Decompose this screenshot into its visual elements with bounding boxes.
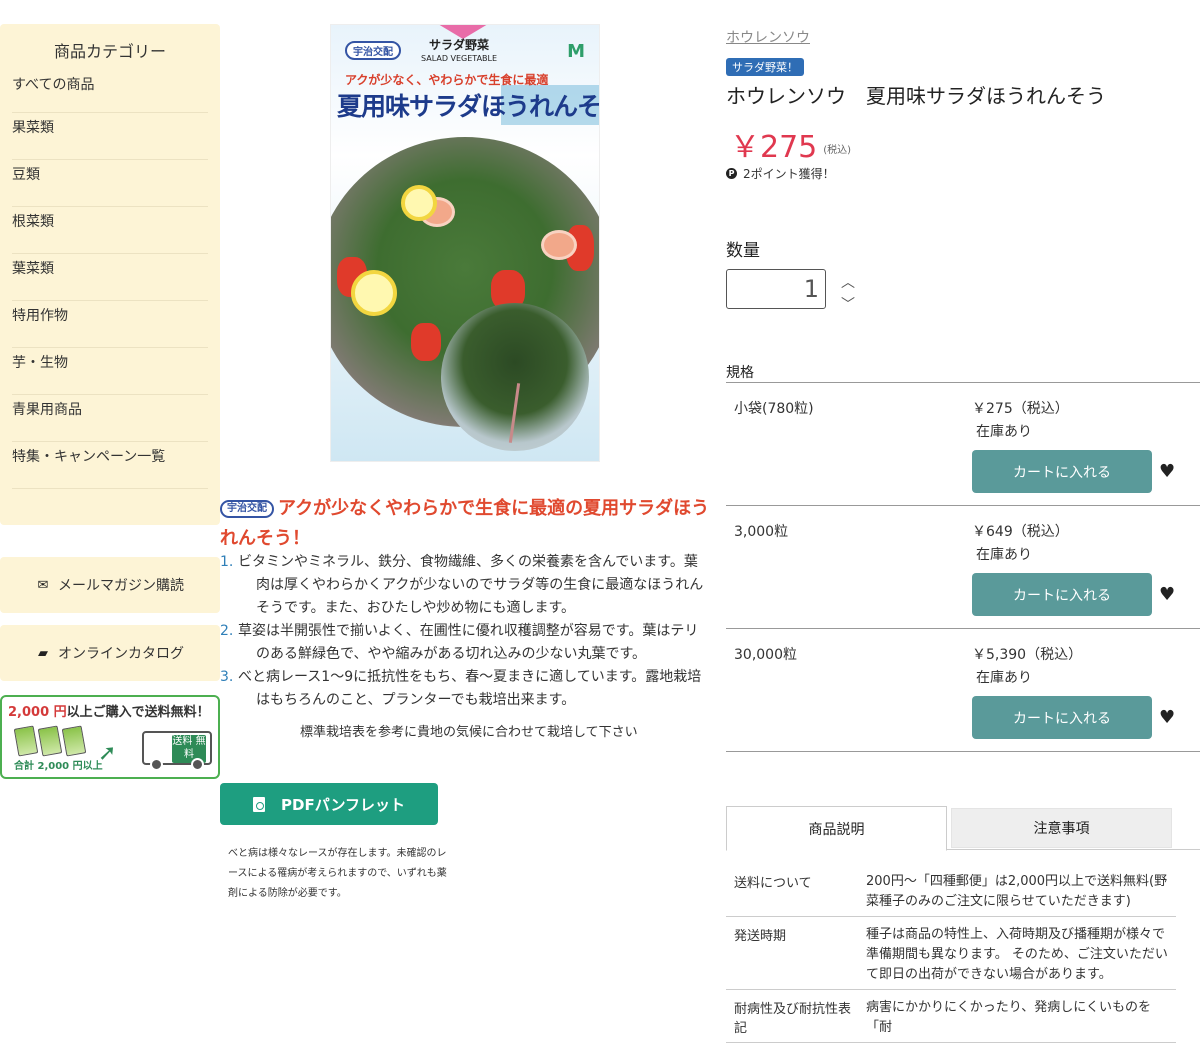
category-potatoes[interactable]: 芋・生物 — [12, 348, 208, 395]
tab-product-description[interactable]: 商品説明 — [726, 806, 947, 851]
spec-table: 小袋(780粒) ￥275（税込） 在庫あり カートに入れる ♥ 3,000粒 … — [726, 382, 1200, 752]
envelope-icon: ✉ — [37, 577, 49, 593]
info-row: 送料について 200円〜「四種郵便」は2,000円以上で送料無料(野菜種子のみの… — [726, 864, 1176, 917]
quantity-input[interactable] — [726, 269, 826, 309]
spec-row: 小袋(780粒) ￥275（税込） 在庫あり カートに入れる ♥ — [726, 383, 1200, 506]
category-all[interactable]: すべての商品 — [12, 70, 208, 113]
pdf-icon — [253, 796, 265, 812]
seed-packet-icon — [13, 725, 39, 757]
product-price: ￥275 (税込) — [730, 130, 852, 165]
spec-price: ￥275（税込） — [972, 401, 1069, 417]
package-brand: 宇治交配 — [345, 41, 401, 60]
category-list: すべての商品 果菜類 豆類 根菜類 葉菜類 特用作物 芋・生物 青果用商品 特集… — [0, 70, 220, 489]
breadcrumb-category-link[interactable]: ホウレンソウ — [726, 27, 810, 47]
category-leaf-vegetables[interactable]: 葉菜類 — [12, 254, 208, 301]
disease-note: べと病は様々なレースが存在します。未確認のレ ースによる罹病が考えられますので、… — [228, 848, 447, 899]
feature-item: 3. べと病レース1〜9に抵抗性をもち、春〜夏まきに適しています。露地栽培 はもち… — [220, 669, 702, 708]
spec-price: ￥5,390（税込） — [972, 647, 1083, 663]
quantity-label: 数量 — [726, 241, 760, 261]
brand-badge: 宇治交配 — [220, 500, 274, 518]
truck-icon: 送料 無料 — [142, 731, 212, 771]
category-special-crops[interactable]: 特用作物 — [12, 301, 208, 348]
free-shipping-banner[interactable]: 2,000 円以上ご購入で送料無料！ ➚ 送料 無料 合計 2,000 円以上 — [0, 695, 220, 779]
description-heading: 宇治交配 アクが少なくやわらかで生食に最適の夏用サラダほうれんそう！ — [220, 498, 710, 549]
product-image[interactable]: 宇治交配 サラダ野菜 SALAD VEGETABLE M アクが少なく、やわらかで… — [330, 24, 600, 462]
info-value: 200円〜「四種郵便」は2,000円以上で送料無料(野菜種子のみのご注文に限らせ… — [866, 874, 1168, 909]
lemon-photo — [401, 185, 437, 221]
seed-packet-icon — [37, 725, 63, 757]
category-box: 商品カテゴリー すべての商品 果菜類 豆類 根菜類 葉菜類 特用作物 芋・生物 … — [0, 24, 220, 525]
cultivation-note: 標準栽培表を参考に貴地の気候に合わせて栽培して下さい — [300, 725, 638, 740]
lemon-photo — [351, 270, 397, 316]
category-root-vegetables[interactable]: 根菜類 — [12, 207, 208, 254]
category-campaigns[interactable]: 特集・キャンペーン一覧 — [12, 442, 208, 489]
feature-list: 1. ビタミンやミネラル、鉄分、食物繊維、多くの栄養素を含んでいます。葉 肉は厚く… — [220, 551, 710, 712]
info-key: 送料について — [734, 876, 812, 891]
info-key: 発送時期 — [734, 929, 787, 944]
heart-icon[interactable]: ♥ — [1159, 461, 1175, 482]
point-icon: P — [726, 168, 737, 179]
banner-subtext: 合計 2,000 円以上 — [14, 761, 103, 772]
info-value: 病害にかかりにくかったり、発病しにくいものを「耐 — [866, 1000, 1151, 1035]
online-catalog-label: オンラインカタログ — [58, 646, 184, 662]
add-to-cart-button[interactable]: カートに入れる — [972, 450, 1152, 493]
package-series: サラダ野菜 SALAD VEGETABLE — [421, 38, 498, 63]
category-beans[interactable]: 豆類 — [12, 160, 208, 207]
spec-name: 3,000粒 — [734, 524, 789, 540]
tab-notes[interactable]: 注意事項 — [951, 808, 1172, 848]
pdf-pamphlet-label: PDFパンフレット — [281, 795, 405, 814]
newsletter-label: メールマガジン購読 — [58, 578, 184, 594]
category-fruit-vegetables[interactable]: 果菜類 — [12, 113, 208, 160]
category-title: 商品カテゴリー — [53, 42, 166, 61]
add-to-cart-button[interactable]: カートに入れる — [972, 573, 1152, 616]
tomato-photo — [411, 323, 441, 361]
add-to-cart-button[interactable]: カートに入れる — [972, 696, 1152, 739]
online-catalog-button[interactable]: ▰ オンラインカタログ — [0, 625, 220, 681]
info-row: 発送時期 種子は商品の特性上、入荷時期及び播種期が様々で準備期間も異なります。 … — [726, 917, 1176, 990]
spinach-inset-photo — [441, 303, 589, 451]
info-value: 種子は商品の特性上、入荷時期及び播種期が様々で準備期間も異なります。 そのため、… — [866, 927, 1168, 982]
info-row: 耐病性及び耐抗性表記 病害にかかりにくかったり、発病しにくいものを「耐 — [726, 990, 1176, 1043]
spec-stock: 在庫あり — [976, 670, 1032, 686]
quantity-increment-chevron-up-icon[interactable]: ︿ — [840, 272, 856, 291]
seed-packet-icon — [61, 725, 87, 757]
banner-heading: 2,000 円以上ご購入で送料無料！ — [8, 705, 210, 720]
spec-stock: 在庫あり — [976, 547, 1032, 563]
feature-item: 1. ビタミンやミネラル、鉄分、食物繊維、多くの栄養素を含んでいます。葉 肉は厚く… — [220, 554, 704, 616]
category-produce[interactable]: 青果用商品 — [12, 395, 208, 442]
heart-icon[interactable]: ♥ — [1159, 584, 1175, 605]
heart-icon[interactable]: ♥ — [1159, 707, 1175, 728]
package-product-name: 夏用味サラダほうれんそう — [337, 92, 600, 121]
spec-name: 小袋(780粒) — [734, 401, 814, 417]
feature-item: 2. 草姿は半開張性で揃いよく、在圃性に優れ収穫調整が容易です。葉はテリ のある鮮… — [220, 623, 699, 662]
info-key: 耐病性及び耐抗性表記 — [734, 1002, 852, 1036]
maker-logo-icon: M — [567, 41, 585, 62]
quantity-decrement-chevron-down-icon[interactable]: ﹀ — [840, 294, 856, 313]
spec-label: 規格 — [726, 365, 754, 381]
product-tag: サラダ野菜！ — [726, 58, 804, 76]
points-info: P 2ポイント獲得！ — [726, 165, 835, 182]
product-title: ホウレンソウ 夏用味サラダほうれんそう — [726, 84, 1106, 108]
spec-row: 30,000粒 ￥5,390（税込） 在庫あり カートに入れる ♥ — [726, 629, 1200, 752]
info-tabs: 商品説明 注意事項 — [726, 806, 1200, 851]
sidebar: 商品カテゴリー すべての商品 果菜類 豆類 根菜類 葉菜類 特用作物 芋・生物 … — [0, 24, 220, 779]
newsletter-button[interactable]: ✉ メールマガジン購読 — [0, 557, 220, 613]
book-icon: ▰ — [38, 645, 48, 661]
spec-row: 3,000粒 ￥649（税込） 在庫あり カートに入れる ♥ — [726, 506, 1200, 629]
spec-name: 30,000粒 — [734, 647, 797, 663]
info-table: 送料について 200円〜「四種郵便」は2,000円以上で送料無料(野菜種子のみの… — [726, 864, 1176, 1043]
spec-price: ￥649（税込） — [972, 524, 1069, 540]
tax-label: (税込) — [823, 145, 852, 156]
pdf-pamphlet-button[interactable]: PDFパンフレット — [220, 783, 438, 825]
spec-stock: 在庫あり — [976, 424, 1032, 440]
shrimp-photo — [541, 230, 577, 260]
